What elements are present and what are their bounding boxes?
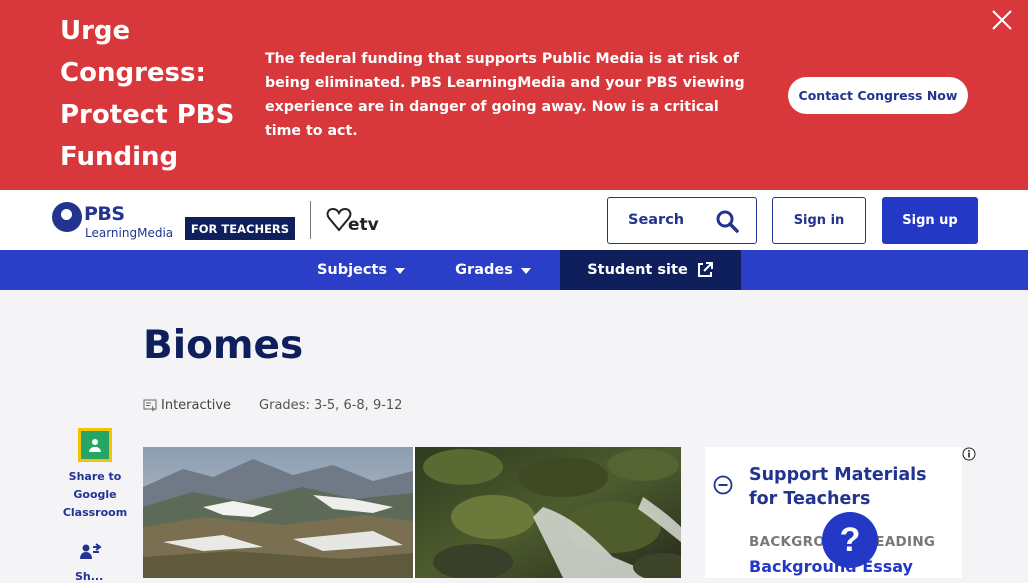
nav-subjects[interactable]: Subjects	[296, 250, 426, 290]
media-type: Interactive	[161, 398, 232, 413]
nav-grades[interactable]: Grades	[426, 250, 560, 290]
support-materials-title[interactable]: Support Materials for Teachers	[749, 463, 954, 511]
share-google-classroom-label: Share to Google Classroom	[62, 470, 128, 519]
google-classroom-icon	[78, 428, 112, 462]
advocacy-banner: Urge Congress: Protect PBS Funding The f…	[0, 0, 1028, 190]
info-icon[interactable]	[962, 447, 976, 461]
caret-down-icon	[520, 268, 531, 274]
pbs-head-icon	[52, 202, 82, 232]
logo-learningmedia-text: LearningMedia	[85, 226, 174, 240]
share-icon[interactable]	[80, 543, 102, 561]
share-google-classroom-button[interactable]: Share to Google Classroom	[60, 428, 130, 522]
share-label: Sh...	[75, 570, 104, 583]
banner-title: Urge Congress: Protect PBS Funding	[60, 16, 235, 172]
sign-in-button[interactable]: Sign in	[772, 197, 866, 244]
caret-down-icon	[395, 268, 406, 274]
resource-meta: Interactive Grades: 3-5, 6-8, 9-12	[143, 398, 402, 413]
biomes-image[interactable]	[143, 447, 681, 578]
interactive-icon	[143, 399, 157, 412]
nav-student-site[interactable]: Student site	[560, 250, 741, 290]
search-label: Search	[628, 212, 685, 228]
nav-student-site-label: Student site	[587, 262, 688, 278]
sign-up-button[interactable]: Sign up	[882, 197, 978, 244]
main-nav: Subjects Grades Student site	[0, 250, 1028, 290]
help-button[interactable]: ?	[822, 512, 878, 568]
logo-pbs-text: PBS	[84, 203, 125, 225]
etv-logo[interactable]: etv	[326, 206, 382, 234]
for-teachers-badge: FOR TEACHERS	[185, 217, 295, 240]
header-divider	[310, 201, 311, 239]
pbs-learningmedia-logo[interactable]: PBS LearningMedia	[52, 202, 177, 242]
contact-congress-button[interactable]: Contact Congress Now	[788, 77, 968, 114]
external-link-icon	[697, 262, 713, 277]
search-button[interactable]: Search	[607, 197, 757, 244]
banner-message: The federal funding that supports Public…	[265, 51, 745, 139]
nav-grades-label: Grades	[455, 262, 513, 278]
page-title: Biomes	[143, 323, 304, 368]
collapse-icon[interactable]	[713, 475, 733, 495]
close-icon[interactable]	[988, 6, 1016, 34]
etv-logo-text: etv	[348, 215, 379, 234]
site-header: PBS LearningMedia FOR TEACHERS etv Searc…	[0, 190, 1028, 250]
nav-subjects-label: Subjects	[316, 262, 388, 278]
grade-range: Grades: 3-5, 6-8, 9-12	[259, 398, 403, 413]
search-icon	[716, 210, 739, 233]
